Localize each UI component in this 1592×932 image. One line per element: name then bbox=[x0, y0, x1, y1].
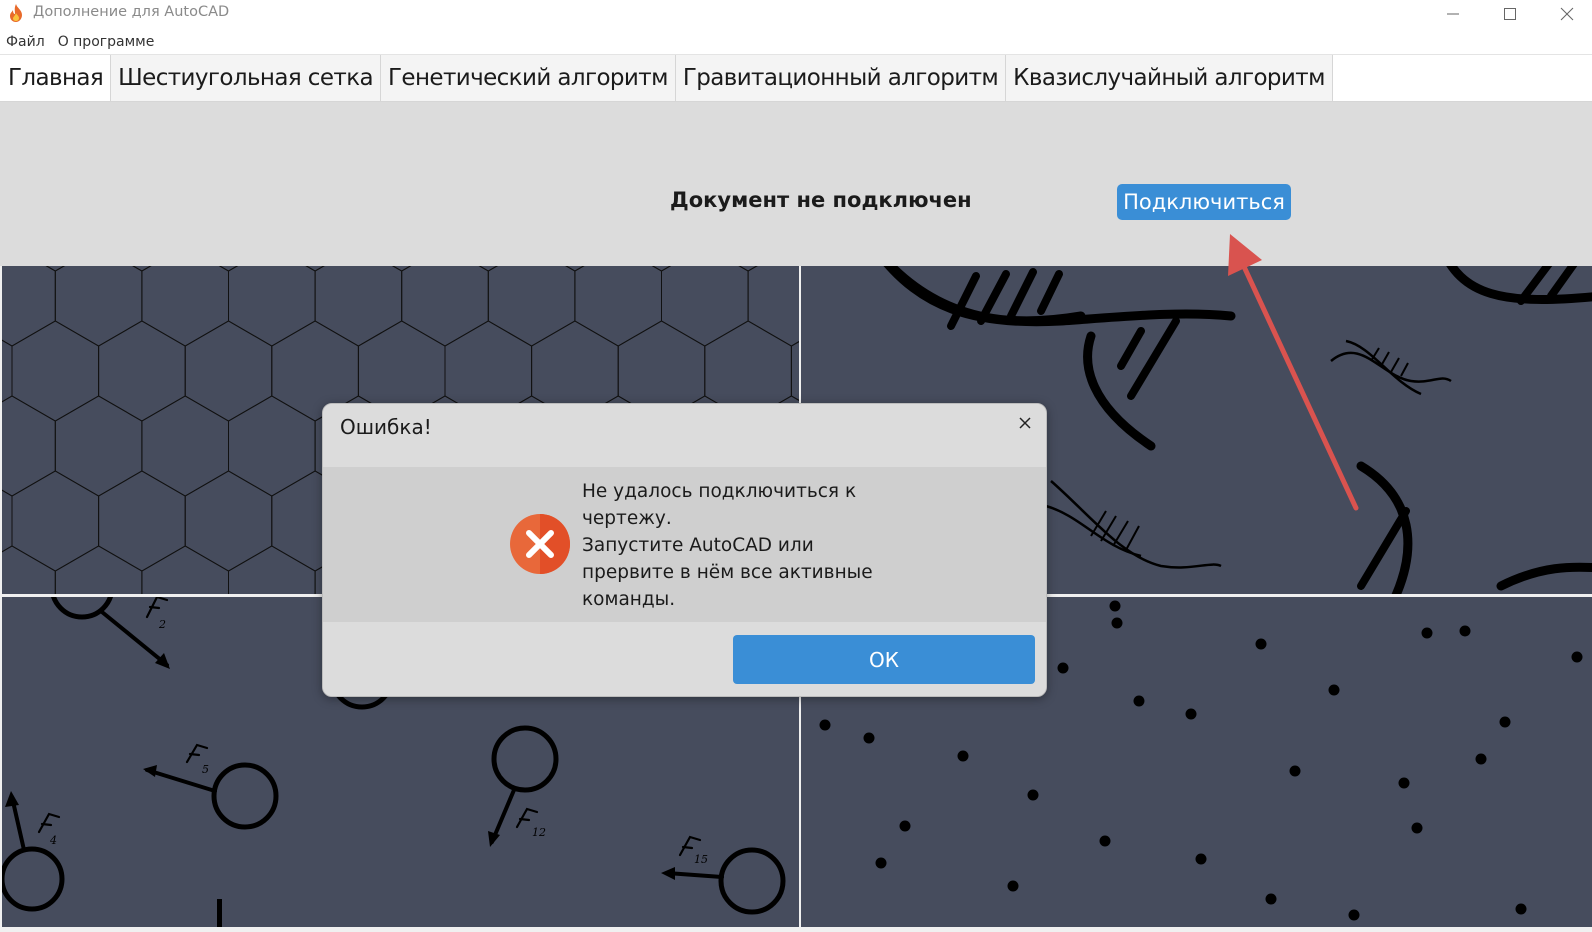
dialog-body: Не удалось подключиться к чертежу. Запус… bbox=[323, 467, 1046, 622]
label-f2: 2 bbox=[158, 618, 166, 631]
quasirandom-dot bbox=[1398, 777, 1410, 789]
quasirandom-dot bbox=[1133, 695, 1145, 707]
quasirandom-dot bbox=[1348, 909, 1360, 921]
quasirandom-dot bbox=[1499, 716, 1511, 728]
quasirandom-dot bbox=[1099, 835, 1111, 847]
title-bar[interactable]: Дополнение для AutoCAD bbox=[0, 0, 1592, 27]
quasirandom-dot bbox=[1109, 600, 1121, 612]
quasirandom-dot bbox=[1289, 765, 1301, 777]
tab-quasirandom[interactable]: Квазислучайный алгоритм bbox=[1006, 55, 1333, 101]
close-icon bbox=[1560, 7, 1574, 20]
tab-main[interactable]: Главная bbox=[1, 55, 112, 101]
minimize-button[interactable] bbox=[1425, 0, 1481, 27]
close-window-button[interactable] bbox=[1539, 0, 1592, 27]
quasirandom-dot bbox=[1475, 753, 1487, 765]
quasirandom-dot bbox=[1057, 662, 1069, 674]
message-line: команды. bbox=[582, 589, 676, 610]
tab-genetic[interactable]: Генетический алгоритм bbox=[380, 55, 676, 101]
ok-button[interactable]: ОК bbox=[733, 635, 1035, 684]
quasirandom-dot bbox=[819, 719, 831, 731]
minimize-icon bbox=[1447, 13, 1459, 14]
quasirandom-dot bbox=[1111, 617, 1123, 629]
quasirandom-dot bbox=[875, 857, 887, 869]
dialog-close-button[interactable] bbox=[1015, 413, 1035, 433]
label-f4: 4 bbox=[49, 834, 57, 847]
window-title: Дополнение для AutoCAD bbox=[33, 4, 230, 20]
maximize-icon bbox=[1504, 7, 1516, 20]
error-dialog: Ошибка! Не удалось подключиться к чертеж… bbox=[322, 403, 1047, 697]
quasirandom-dot bbox=[1421, 627, 1433, 639]
quasirandom-dot bbox=[1515, 903, 1527, 915]
quasirandom-dot bbox=[1411, 822, 1423, 834]
quasirandom-dot bbox=[1459, 625, 1471, 637]
quasirandom-dot bbox=[1007, 880, 1019, 892]
quasirandom-dot bbox=[1195, 853, 1207, 865]
quasirandom-dot bbox=[1185, 708, 1197, 720]
message-line: Запустите AutoCAD или bbox=[582, 535, 814, 556]
tab-gravity[interactable]: Гравитационный алгоритм bbox=[675, 55, 1007, 101]
menu-about[interactable]: О программе bbox=[52, 31, 162, 53]
dialog-message: Не удалось подключиться к чертежу. Запус… bbox=[582, 478, 882, 613]
quasirandom-dot bbox=[1571, 651, 1583, 663]
error-icon bbox=[510, 514, 570, 574]
quasirandom-dot bbox=[863, 732, 875, 744]
message-line: чертежу. bbox=[582, 508, 672, 529]
label-f5: 5 bbox=[202, 763, 209, 776]
quasirandom-dot bbox=[899, 820, 911, 832]
connection-status: Документ не подключен bbox=[670, 188, 972, 212]
quasirandom-dot bbox=[957, 750, 969, 762]
dialog-title: Ошибка! bbox=[340, 415, 432, 439]
dialog-footer: ОК bbox=[323, 622, 1046, 696]
connect-button[interactable]: Подключиться bbox=[1117, 184, 1291, 220]
quasirandom-dot bbox=[1255, 638, 1267, 650]
quasirandom-dot bbox=[1328, 684, 1340, 696]
message-line: прервите в нём все активные bbox=[582, 562, 873, 583]
label-f12: 12 bbox=[532, 826, 546, 839]
quasirandom-dot bbox=[1265, 893, 1277, 905]
tab-bar: Главная Шестиугольная сетка Генетический… bbox=[0, 54, 1592, 102]
menu-file[interactable]: Файл bbox=[0, 31, 52, 53]
dialog-header: Ошибка! bbox=[323, 404, 1046, 467]
maximize-button[interactable] bbox=[1482, 0, 1538, 27]
label-f15: 15 bbox=[694, 853, 708, 866]
flame-icon bbox=[10, 4, 22, 22]
menu-bar: Файл О программе bbox=[0, 31, 161, 53]
tab-hex-grid[interactable]: Шестиугольная сетка bbox=[111, 55, 381, 101]
message-line: Не удалось подключиться к bbox=[582, 481, 857, 502]
quasirandom-dot bbox=[1027, 789, 1039, 801]
